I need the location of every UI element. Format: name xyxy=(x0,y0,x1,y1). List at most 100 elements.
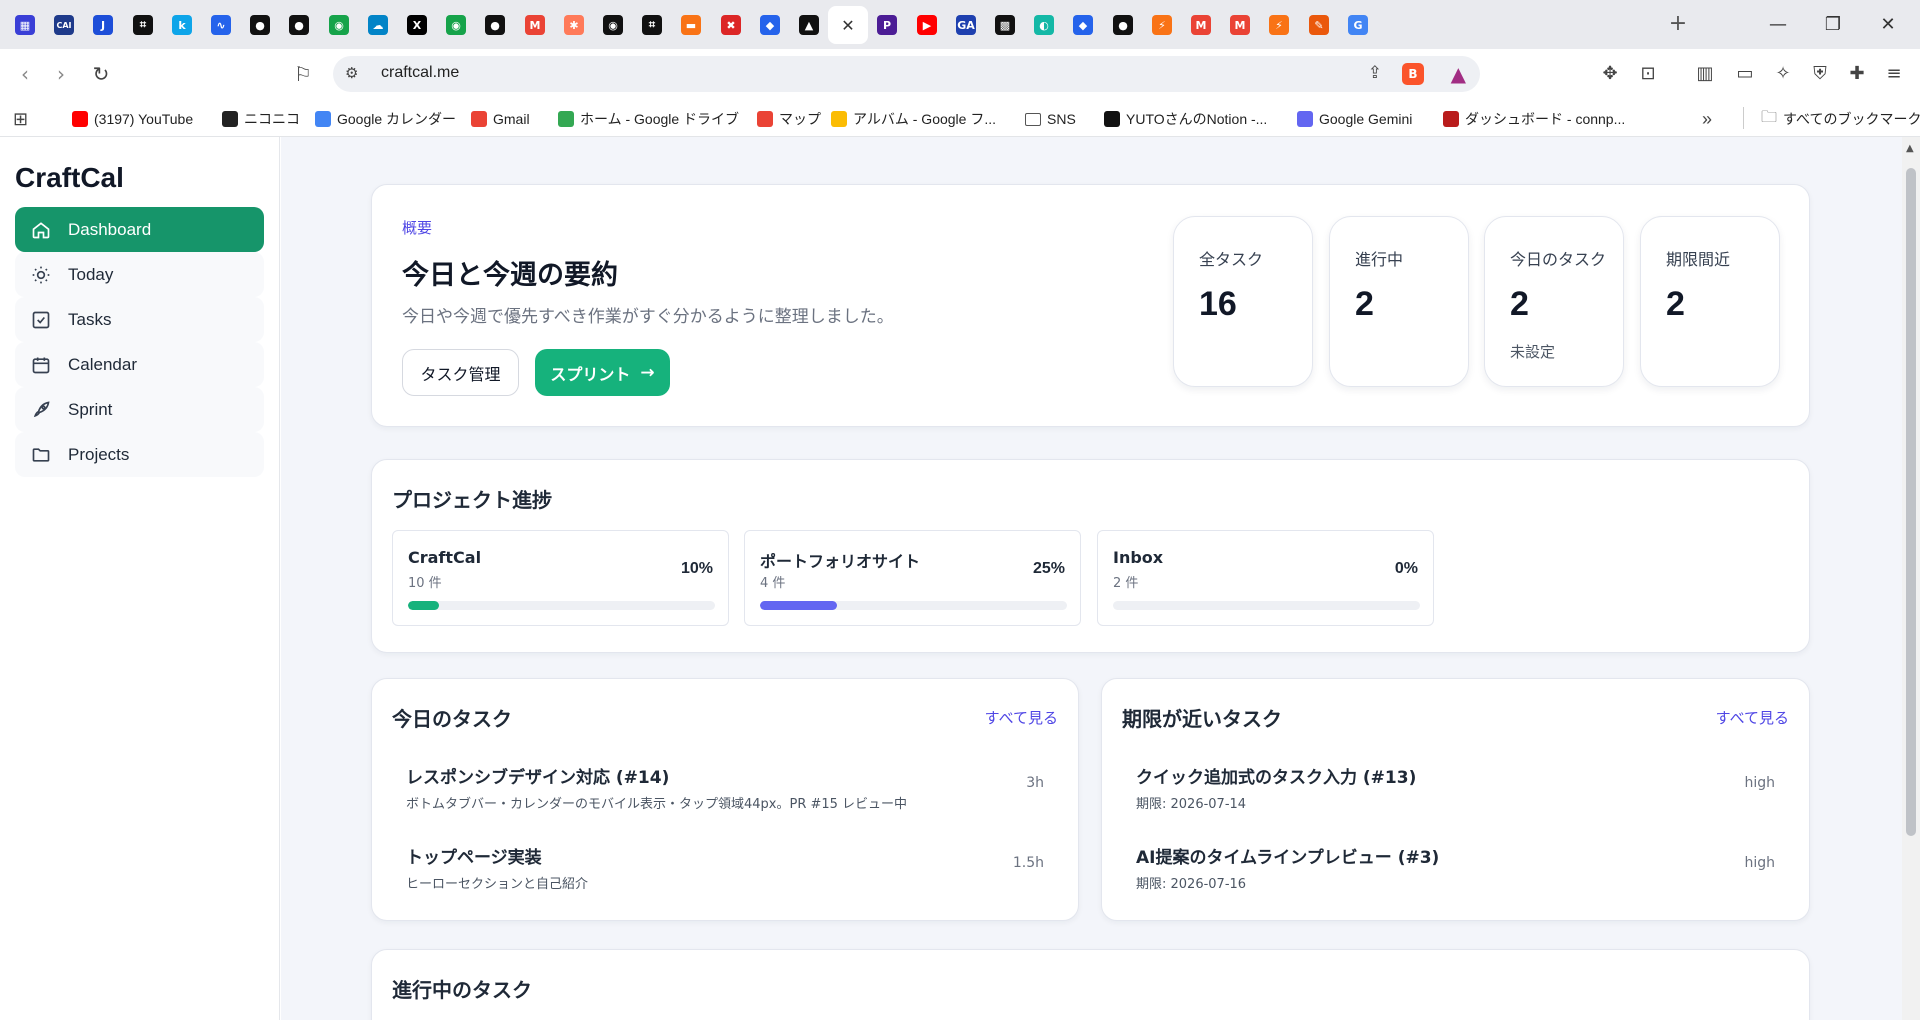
browser-tab[interactable]: ◆ xyxy=(1063,6,1103,44)
reader-icon[interactable]: ⊡ xyxy=(1636,62,1660,86)
browser-tab[interactable]: ✖ xyxy=(711,6,751,44)
bookmark-item[interactable]: ダッシュボード - connp... xyxy=(1443,108,1625,130)
due-tasks-view-all-link[interactable]: すべて見る xyxy=(1716,707,1789,728)
bookmark-item[interactable]: Google Gemini xyxy=(1297,108,1412,130)
browser-tab[interactable]: G xyxy=(1338,6,1378,44)
browser-tab[interactable]: ▩ xyxy=(985,6,1025,44)
browser-tab[interactable]: ▶ xyxy=(907,6,947,44)
browser-tab[interactable]: ◉ xyxy=(593,6,633,44)
more-bookmarks-icon[interactable]: » xyxy=(1702,108,1712,130)
browser-tab[interactable]: ◐ xyxy=(1024,6,1064,44)
address-bar[interactable]: ⚙ craftcal.me ⇪ B ▲ xyxy=(333,56,1480,92)
bookmark-icon[interactable]: ⚐ xyxy=(290,61,316,87)
task-management-button[interactable]: タスク管理 xyxy=(402,349,519,396)
bookmark-item[interactable]: Gmail xyxy=(471,108,530,130)
bookmark-item[interactable]: ニコニコ xyxy=(222,108,300,130)
browser-tab[interactable]: M xyxy=(515,6,555,44)
minimize-button[interactable]: — xyxy=(1755,10,1801,40)
bookmark-item[interactable]: Google カレンダー xyxy=(315,108,456,130)
browser-tab[interactable]: GA xyxy=(946,6,986,44)
browser-tab[interactable]: ◉ xyxy=(319,6,359,44)
scroll-up-icon[interactable]: ▲ xyxy=(1906,143,1914,154)
arrow-right-icon: → xyxy=(640,362,655,383)
task-item[interactable]: クイック追加式のタスク入力 (#13) 期限: 2026-07-14 high xyxy=(1136,763,1775,815)
browser-tab[interactable]: ▦ xyxy=(5,6,45,44)
browser-tab[interactable]: ⌗ xyxy=(123,6,163,44)
brave-shield-icon[interactable]: B xyxy=(1402,63,1424,85)
browser-tab[interactable]: J xyxy=(83,6,123,44)
bookmark-item[interactable]: マップ xyxy=(757,108,821,130)
photos-icon xyxy=(831,111,847,127)
today-tasks-view-all-link[interactable]: すべて見る xyxy=(985,707,1058,728)
bookmark-label: Google カレンダー xyxy=(337,111,457,127)
browser-tab[interactable]: ⚡ xyxy=(1259,6,1299,44)
all-bookmarks-button[interactable]: 🗀 すべてのブックマーク xyxy=(1761,108,1920,130)
browser-tab[interactable]: ● xyxy=(279,6,319,44)
browser-tab[interactable]: ⚡ xyxy=(1142,6,1182,44)
menu-icon[interactable]: ≡ xyxy=(1882,62,1906,86)
project-progress-item[interactable]: CraftCal 10 件 10% xyxy=(392,530,729,626)
reload-icon[interactable]: ↻ xyxy=(88,61,114,87)
page-scrollbar[interactable]: ▲ xyxy=(1902,137,1920,1020)
apps-icon[interactable]: ⊞ xyxy=(13,108,28,130)
scrollbar-thumb[interactable] xyxy=(1906,168,1916,836)
browser-tab[interactable]: ⌗ xyxy=(632,6,672,44)
project-progress-fill xyxy=(408,601,439,610)
sidebar-item-calendar[interactable]: Calendar xyxy=(15,342,264,387)
forward-icon[interactable]: › xyxy=(48,61,74,87)
restore-button[interactable]: ❐ xyxy=(1810,10,1856,40)
ga-icon: GA xyxy=(956,15,976,35)
browser-tab[interactable]: ● xyxy=(475,6,515,44)
browser-tab[interactable]: ☁ xyxy=(358,6,398,44)
profile-icon[interactable]: ✚ xyxy=(1845,62,1869,86)
app-brand: CraftCal xyxy=(15,162,124,193)
sidebar-item-dashboard[interactable]: Dashboard xyxy=(15,207,264,252)
browser-tab[interactable]: ▬ xyxy=(671,6,711,44)
site-info-icon[interactable]: ⚙ xyxy=(345,64,358,82)
brave-rewards-icon[interactable]: ▲ xyxy=(1451,62,1466,86)
sprint-button[interactable]: スプリント → xyxy=(535,349,670,396)
project-progress-item[interactable]: Inbox 2 件 0% xyxy=(1097,530,1434,626)
browser-tab[interactable]: ● xyxy=(1103,6,1143,44)
browser-tab[interactable]: ▲ xyxy=(789,6,829,44)
task-item[interactable]: レスポンシブデザイン対応 (#14) ボトムタブバー・カレンダーのモバイル表示・タ… xyxy=(406,763,1044,815)
bookmark-item[interactable]: (3197) YouTube xyxy=(72,108,193,130)
sidebar-toggle-icon[interactable]: ▥ xyxy=(1693,62,1717,86)
sidebar-item-tasks[interactable]: Tasks xyxy=(15,297,264,342)
browser-tab[interactable]: ● xyxy=(240,6,280,44)
browser-tab[interactable]: ✎ xyxy=(1299,6,1339,44)
extensions-icon[interactable]: ✥ xyxy=(1598,62,1622,86)
home-icon xyxy=(29,218,53,242)
browser-tab[interactable]: M xyxy=(1181,6,1221,44)
vpn-icon[interactable]: ⛨ xyxy=(1808,62,1832,86)
wallet-icon[interactable]: ▭ xyxy=(1733,62,1757,86)
browser-tab[interactable]: ∿ xyxy=(201,6,241,44)
bookmark-item[interactable]: SNS xyxy=(1025,108,1076,130)
window-close-button[interactable]: ✕ xyxy=(1865,10,1911,40)
browser-tab[interactable]: ✱ xyxy=(554,6,594,44)
share-icon[interactable]: ⇪ xyxy=(1368,63,1382,83)
new-tab-button[interactable]: + xyxy=(1665,12,1691,38)
browser-tab[interactable]: ◉ xyxy=(436,6,476,44)
browser-tab[interactable]: P xyxy=(867,6,907,44)
bookmark-item[interactable]: YUTOさんのNotion -... xyxy=(1104,108,1267,130)
task-item[interactable]: AI提案のタイムラインプレビュー (#3) 期限: 2026-07-16 high xyxy=(1136,843,1775,895)
project-progress-item[interactable]: ポートフォリオサイト 4 件 25% xyxy=(744,530,1081,626)
checkbox-icon xyxy=(29,308,53,332)
sidebar-item-today[interactable]: Today xyxy=(15,252,264,297)
browser-tab[interactable]: M xyxy=(1220,6,1260,44)
browser-tab[interactable]: CAI xyxy=(44,6,84,44)
task-item[interactable]: トップページ実装 ヒーローセクションと自己紹介 1.5h xyxy=(406,843,1044,895)
browser-tab[interactable]: ◆ xyxy=(750,6,790,44)
leo-ai-icon[interactable]: ✧ xyxy=(1771,62,1795,86)
browser-tab[interactable]: k xyxy=(162,6,202,44)
browser-tab[interactable]: ✕ xyxy=(828,6,868,44)
sidebar-item-sprint[interactable]: Sprint xyxy=(15,387,264,432)
bookmark-item[interactable]: ホーム - Google ドライブ xyxy=(558,108,739,130)
browser-tab[interactable]: X xyxy=(397,6,437,44)
back-icon[interactable]: ‹ xyxy=(12,61,38,87)
p-icon: P xyxy=(877,15,897,35)
project-task-count: 4 件 xyxy=(760,576,786,591)
sidebar-item-projects[interactable]: Projects xyxy=(15,432,264,477)
bookmark-item[interactable]: アルバム - Google フ... xyxy=(831,108,996,130)
